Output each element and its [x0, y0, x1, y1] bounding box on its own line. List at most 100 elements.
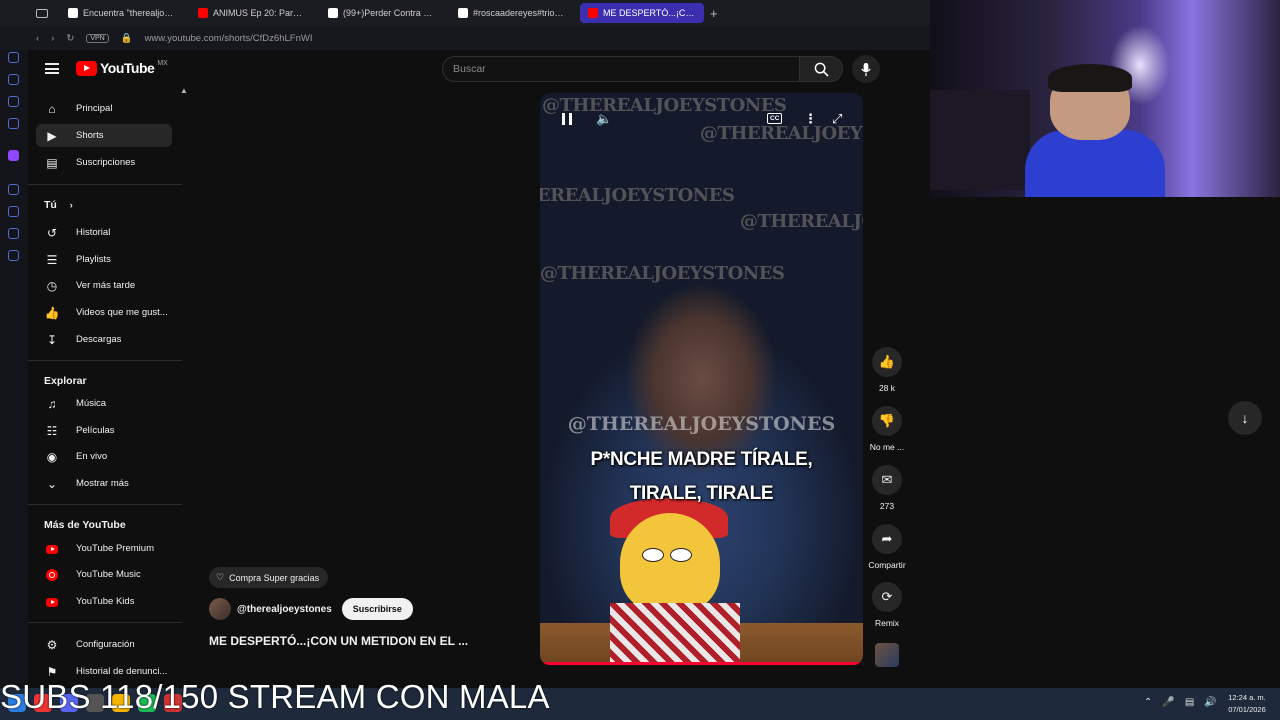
- twitch-icon[interactable]: [8, 150, 19, 161]
- system-tray: ⌃ 🎤 ▤ 🔊: [1144, 697, 1217, 708]
- sidebar-more-heading: Más de YouTube: [44, 519, 126, 531]
- sidebar-divider: [28, 184, 182, 185]
- arrow-down-icon: ↓: [1241, 410, 1249, 426]
- browser-tab-3[interactable]: (99+)Perder Contra El Jak: [320, 3, 444, 23]
- menu-icon[interactable]: [45, 63, 59, 74]
- chevron-up-icon[interactable]: ⌃: [1144, 697, 1152, 708]
- video-caption-line-1: P*NCHE MADRE TÍRALE,: [590, 449, 813, 470]
- like-count: 28 k: [878, 383, 896, 393]
- channel-name[interactable]: @therealjoeystones: [237, 604, 332, 615]
- browser-tab-1[interactable]: Encuentra "therealjoeystor: [60, 3, 184, 23]
- browser-tab-2[interactable]: ANIMUS Ep 20: Para enter: [190, 3, 314, 23]
- comments-button[interactable]: ✉ 273: [866, 465, 908, 511]
- webcam-feed: [930, 0, 1280, 197]
- search-button[interactable]: [799, 56, 843, 82]
- share-button[interactable]: ➦ Compartir: [866, 524, 908, 570]
- comment-count: 273: [879, 501, 895, 511]
- reload-icon[interactable]: ↻: [66, 33, 74, 44]
- sidebar-item-en-vivo[interactable]: ◉ En vivo: [36, 445, 172, 468]
- volume-icon[interactable]: 🔈: [596, 111, 612, 127]
- short-video-player[interactable]: @THEREALJOEYSTONES @THEREALJOEYSTONES @T…: [540, 93, 863, 665]
- back-icon[interactable]: ‹: [36, 33, 39, 44]
- tiktok-icon: [458, 8, 468, 18]
- youtube-logo[interactable]: YouTube MX: [76, 60, 168, 76]
- sidebar-item-suscripciones[interactable]: ▤ Suscripciones: [36, 151, 172, 174]
- volume-tray-icon[interactable]: 🔊: [1204, 697, 1216, 708]
- tab-menu-icon[interactable]: [36, 8, 48, 18]
- url-text[interactable]: www.youtube.com/shorts/CfDz6hLFnWI: [145, 33, 313, 44]
- microphone-icon: [861, 62, 871, 76]
- clock-icon: ◷: [46, 279, 58, 293]
- next-video-button[interactable]: ↓: [1228, 401, 1262, 435]
- scroll-up-icon[interactable]: ▲: [180, 86, 188, 95]
- sound-thumbnail[interactable]: [875, 643, 899, 667]
- playlist-icon: ☰: [46, 253, 58, 267]
- chevron-right-icon: ›: [69, 200, 73, 210]
- sidebar-explore-heading: Explorar: [44, 375, 87, 387]
- video-watermark: @THEREALJOEYSTONES: [740, 211, 863, 232]
- like-button[interactable]: 👍 28 k: [866, 347, 908, 393]
- network-icon[interactable]: ▤: [1185, 697, 1194, 708]
- lock-icon: 🔒: [120, 32, 133, 44]
- remix-icon: ⟳: [872, 582, 902, 612]
- channel-row: @therealjoeystones Suscribirse: [209, 598, 413, 620]
- browser-tab-4[interactable]: #roscaadereyes#triodeb: [450, 3, 574, 23]
- messenger-icon[interactable]: [8, 118, 19, 129]
- history-panel-icon[interactable]: [8, 52, 19, 63]
- remix-label: Remix: [874, 618, 900, 628]
- sidebar-item-configuracion[interactable]: ⚙ Configuración: [36, 633, 172, 656]
- microphone-tray-icon[interactable]: 🎤: [1162, 697, 1174, 708]
- wallet-icon[interactable]: [8, 96, 19, 107]
- youtube-music-icon: [45, 568, 59, 582]
- super-thanks-chip[interactable]: ♡ Compra Super gracias: [209, 567, 329, 588]
- settings-panel-icon[interactable]: [8, 250, 19, 261]
- clock-panel-icon[interactable]: [8, 206, 19, 217]
- sidebar-item-musica[interactable]: ♫ Música: [36, 392, 172, 415]
- music-icon: ♫: [47, 397, 57, 411]
- pause-icon[interactable]: [562, 113, 572, 125]
- aria-icon[interactable]: [8, 74, 19, 85]
- new-tab-button[interactable]: +: [710, 6, 718, 21]
- sidebar-item-principal[interactable]: ⌂ Principal: [36, 97, 172, 120]
- address-bar: ‹ › ↻ VPN 🔒 www.youtube.com/shorts/CfDz6…: [0, 26, 930, 50]
- vpn-badge[interactable]: VPN: [86, 33, 109, 43]
- sidebar-item-descargas[interactable]: ↧ Descargas: [36, 328, 172, 351]
- sidebar-item-mostrar-mas[interactable]: ⌄ Mostrar más: [36, 472, 172, 495]
- video-caption-line-2: TIRALE, TIRALE: [629, 483, 774, 504]
- browser-tab-active[interactable]: ME DESPERTÓ...¡CON: [580, 3, 704, 23]
- dislike-button[interactable]: 👎 No me ...: [866, 406, 908, 452]
- video-progress-bar[interactable]: [540, 662, 863, 665]
- more-options-icon[interactable]: ⋮: [804, 111, 817, 127]
- channel-avatar[interactable]: [209, 598, 231, 620]
- subscribe-button[interactable]: Suscribirse: [341, 598, 413, 620]
- sidebar-item-playlists[interactable]: ☰ Playlists: [36, 248, 172, 271]
- sidebar-item-youtube-music[interactable]: YouTube Music: [36, 563, 172, 586]
- fullscreen-icon[interactable]: ⤢: [832, 111, 842, 127]
- tiktok-icon: [68, 8, 78, 18]
- forward-icon[interactable]: ›: [51, 33, 54, 44]
- browser-sidebar: [0, 0, 28, 688]
- captions-button[interactable]: CC: [767, 113, 783, 124]
- pinboard-icon[interactable]: [8, 228, 19, 239]
- sidebar-item-shorts[interactable]: ▶ Shorts: [36, 124, 172, 147]
- sidebar-item-peliculas[interactable]: ☷ Películas: [36, 419, 172, 442]
- system-clock[interactable]: 12:24 a. m. 07/01/2026: [1222, 692, 1272, 716]
- thumbs-down-icon: 👎: [872, 406, 902, 436]
- sidebar-item-youtube-premium[interactable]: YouTube Premium: [36, 537, 172, 560]
- share-icon: ➦: [872, 524, 902, 554]
- tiktok-icon: [328, 8, 338, 18]
- remix-button[interactable]: ⟳ Remix: [866, 582, 908, 628]
- voice-search-button[interactable]: [852, 55, 880, 83]
- player-icon[interactable]: [8, 184, 19, 195]
- sidebar-item-videos-que-me-gustan[interactable]: 👍 Videos que me gust...: [36, 301, 172, 324]
- sidebar-item-historial[interactable]: ↺ Historial: [36, 221, 172, 244]
- home-icon: ⌂: [48, 102, 56, 116]
- youtube-premium-icon: [45, 542, 59, 556]
- sidebar-item-youtube-kids[interactable]: YouTube Kids: [36, 590, 172, 613]
- sidebar-item-ver-mas-tarde[interactable]: ◷ Ver más tarde: [36, 274, 172, 297]
- sidebar-you-heading[interactable]: Tú ›: [44, 199, 73, 211]
- search-input[interactable]: [442, 56, 799, 82]
- gear-icon: ⚙: [46, 638, 58, 652]
- thumbs-up-icon: 👍: [44, 306, 60, 320]
- video-title[interactable]: ME DESPERTÓ...¡CON UN METIDON EN EL ...: [209, 634, 468, 648]
